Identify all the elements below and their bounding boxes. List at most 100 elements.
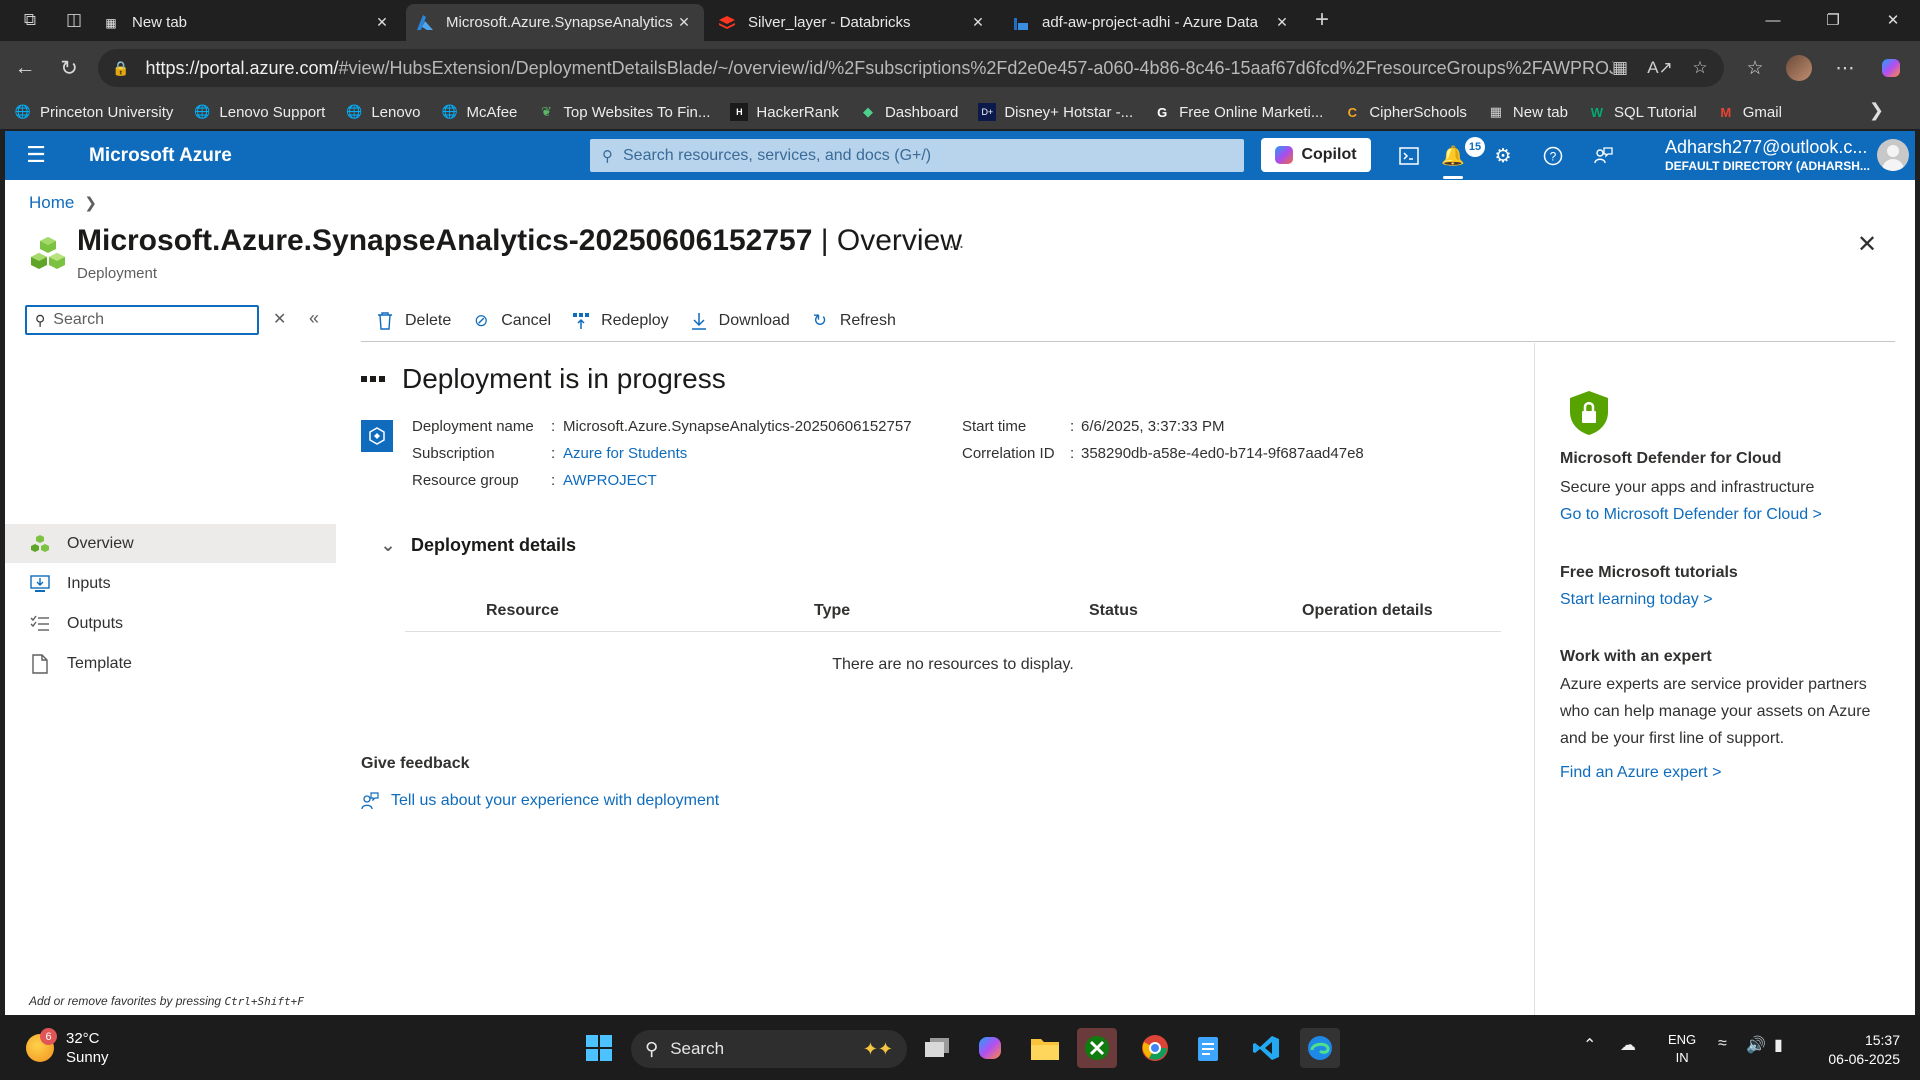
restore-button[interactable]: ❐ [1810, 6, 1856, 34]
subscription-link[interactable]: Azure for Students [563, 445, 687, 462]
clear-search-icon[interactable]: ✕ [273, 309, 286, 329]
notepad-icon[interactable] [1188, 1028, 1228, 1068]
user-avatar[interactable] [1877, 139, 1909, 171]
column-header-resource[interactable]: Resource [486, 602, 559, 620]
bookmark-item[interactable]: 🌐 Lenovo [345, 103, 420, 121]
lock-icon[interactable]: 🔒 [112, 60, 129, 77]
collapse-menu-icon[interactable]: « [309, 308, 319, 329]
system-clock[interactable]: 15:37 06-06-2025 [1812, 1031, 1900, 1069]
bookmark-item[interactable]: G Free Online Marketi... [1153, 103, 1323, 121]
tab-azure-synapse[interactable]: Microsoft.Azure.SynapseAnalytics ✕ [406, 4, 704, 41]
bookmark-item[interactable]: D+ Disney+ Hotstar -... [978, 103, 1133, 121]
reload-button[interactable]: ↻ [54, 53, 84, 83]
menu-search-input[interactable]: ⚲ Search [25, 305, 259, 335]
bookmark-item[interactable]: ▦ New tab [1487, 103, 1568, 121]
tab-close-icon[interactable]: ✕ [372, 14, 392, 31]
bookmarks-bar: 🌐 Princeton University 🌐 Lenovo Support 🌐 L… [0, 95, 1920, 129]
tab-data-factory[interactable]: adf-aw-project-adhi - Azure Data ✕ [1002, 4, 1302, 41]
read-aloud-icon[interactable]: A↗ [1646, 56, 1674, 80]
tab-close-icon[interactable]: ✕ [674, 14, 694, 31]
defender-link[interactable]: Go to Microsoft Defender for Cloud > [1560, 506, 1822, 524]
resource-menu: ⚲ Search ✕ « Overview Inputs Outputs Tem… [5, 305, 336, 985]
vscode-icon[interactable] [1246, 1028, 1286, 1068]
template-document-icon [29, 653, 51, 675]
azure-brand[interactable]: Microsoft Azure [89, 145, 232, 167]
wifi-icon[interactable]: ≈ [1718, 1035, 1727, 1053]
global-search-input[interactable]: ⚲ Search resources, services, and docs (… [590, 139, 1244, 172]
copilot-button[interactable]: Copilot [1261, 138, 1371, 172]
column-header-status[interactable]: Status [1089, 602, 1138, 620]
volume-icon[interactable]: 🔊 [1746, 1035, 1766, 1055]
resource-group-link[interactable]: AWPROJECT [563, 472, 657, 489]
task-view-icon[interactable] [917, 1028, 957, 1068]
breadcrumb-home-link[interactable]: Home [29, 193, 74, 213]
column-header-operation-details[interactable]: Operation details [1302, 602, 1433, 620]
xbox-icon[interactable] [1077, 1028, 1117, 1068]
onedrive-cloud-icon[interactable]: ☁ [1620, 1035, 1636, 1055]
taskbar-search[interactable]: ⚲ Search ✦✦ [631, 1030, 907, 1068]
apps-icon[interactable]: ▦ [1606, 56, 1634, 80]
bookmark-item[interactable]: C CipherSchools [1343, 103, 1467, 121]
chevron-up-icon[interactable]: ⌃ [1583, 1035, 1596, 1055]
copilot-app-icon[interactable] [970, 1028, 1010, 1068]
download-button[interactable]: Download [689, 311, 790, 331]
copilot-edge-icon[interactable] [1876, 53, 1906, 83]
portal-menu-icon[interactable]: ☰ [23, 142, 49, 167]
tab-databricks[interactable]: Silver_layer - Databricks ✕ [708, 4, 998, 41]
profile-button[interactable] [1784, 53, 1814, 83]
more-options-icon[interactable]: ... [949, 232, 964, 253]
account-user: Adharsh277@outlook.c... [1665, 137, 1868, 157]
bookmark-item[interactable]: 🌐 Princeton University [14, 103, 173, 121]
bookmark-item[interactable]: M Gmail [1717, 103, 1782, 121]
nav-item-inputs[interactable]: Inputs [5, 564, 336, 603]
start-windows-icon[interactable] [579, 1028, 619, 1068]
chrome-icon[interactable] [1135, 1028, 1175, 1068]
tab-new-tab[interactable]: ▦ New tab ✕ [92, 4, 402, 41]
account-menu[interactable]: Adharsh277@outlook.c... DEFAULT DIRECTOR… [1665, 137, 1875, 173]
favorites-icon[interactable]: ☆ [1740, 53, 1770, 83]
weather-widget[interactable]: 6 32°C Sunny [26, 1028, 109, 1067]
expert-link[interactable]: Find an Azure expert > [1560, 764, 1721, 782]
edge-icon[interactable] [1300, 1028, 1340, 1068]
file-explorer-icon[interactable] [1025, 1028, 1065, 1068]
help-icon[interactable]: ? [1539, 143, 1567, 169]
language-indicator[interactable]: ENG IN [1668, 1031, 1696, 1067]
settings-gear-icon[interactable]: ⚙ [1489, 143, 1517, 169]
favorite-star-icon[interactable]: ☆ [1686, 56, 1714, 80]
close-window-button[interactable]: ✕ [1870, 6, 1916, 34]
delete-button[interactable]: Delete [375, 311, 451, 331]
chevron-right-icon[interactable]: ❯ [1869, 100, 1884, 121]
tutorials-link[interactable]: Start learning today > [1560, 591, 1713, 609]
vertical-tabs-icon[interactable]: ◫ [60, 8, 88, 32]
back-button[interactable]: ← [10, 53, 40, 83]
new-tab-button[interactable]: + [1308, 6, 1336, 33]
redeploy-button[interactable]: Redeploy [571, 311, 669, 331]
empty-table-message: There are no resources to display. [832, 656, 1074, 673]
more-menu-icon[interactable]: ⋯ [1830, 53, 1860, 83]
feedback-link[interactable]: Tell us about your experience with deplo… [361, 792, 719, 810]
notifications-bell-icon[interactable]: 🔔 [1439, 143, 1467, 169]
bookmark-item[interactable]: 🌐 Lenovo Support [193, 103, 325, 121]
favorites-hint: Add or remove favorites by pressing Ctrl… [29, 994, 304, 1008]
tab-close-icon[interactable]: ✕ [968, 14, 988, 31]
refresh-button[interactable]: ↻ Refresh [810, 311, 896, 331]
nav-item-outputs[interactable]: Outputs [5, 604, 336, 643]
bookmark-item[interactable]: W SQL Tutorial [1588, 103, 1697, 121]
address-bar[interactable]: 🔒 https://portal.azure.com/#view/HubsExt… [98, 49, 1724, 87]
close-blade-icon[interactable]: ✕ [1857, 230, 1877, 259]
deployment-details-toggle[interactable]: ⌄ Deployment details [377, 535, 576, 556]
nav-item-overview[interactable]: Overview [5, 524, 336, 563]
bookmark-item[interactable]: 🌐 McAfee [441, 103, 517, 121]
bookmark-item[interactable]: ◆ Dashboard [859, 103, 958, 121]
tab-close-icon[interactable]: ✕ [1272, 14, 1292, 31]
bookmark-item[interactable]: ❦ Top Websites To Fin... [537, 103, 710, 121]
cloud-shell-icon[interactable] [1395, 143, 1423, 169]
minimize-button[interactable]: — [1750, 6, 1796, 34]
nav-item-template[interactable]: Template [5, 644, 336, 683]
cancel-button[interactable]: ⊘ Cancel [471, 311, 551, 331]
workspaces-icon[interactable]: ⧉ [16, 8, 44, 32]
column-header-type[interactable]: Type [814, 602, 850, 620]
battery-icon[interactable]: ▮ [1774, 1035, 1783, 1055]
feedback-icon[interactable] [1589, 143, 1617, 169]
bookmark-item[interactable]: H HackerRank [730, 103, 839, 121]
